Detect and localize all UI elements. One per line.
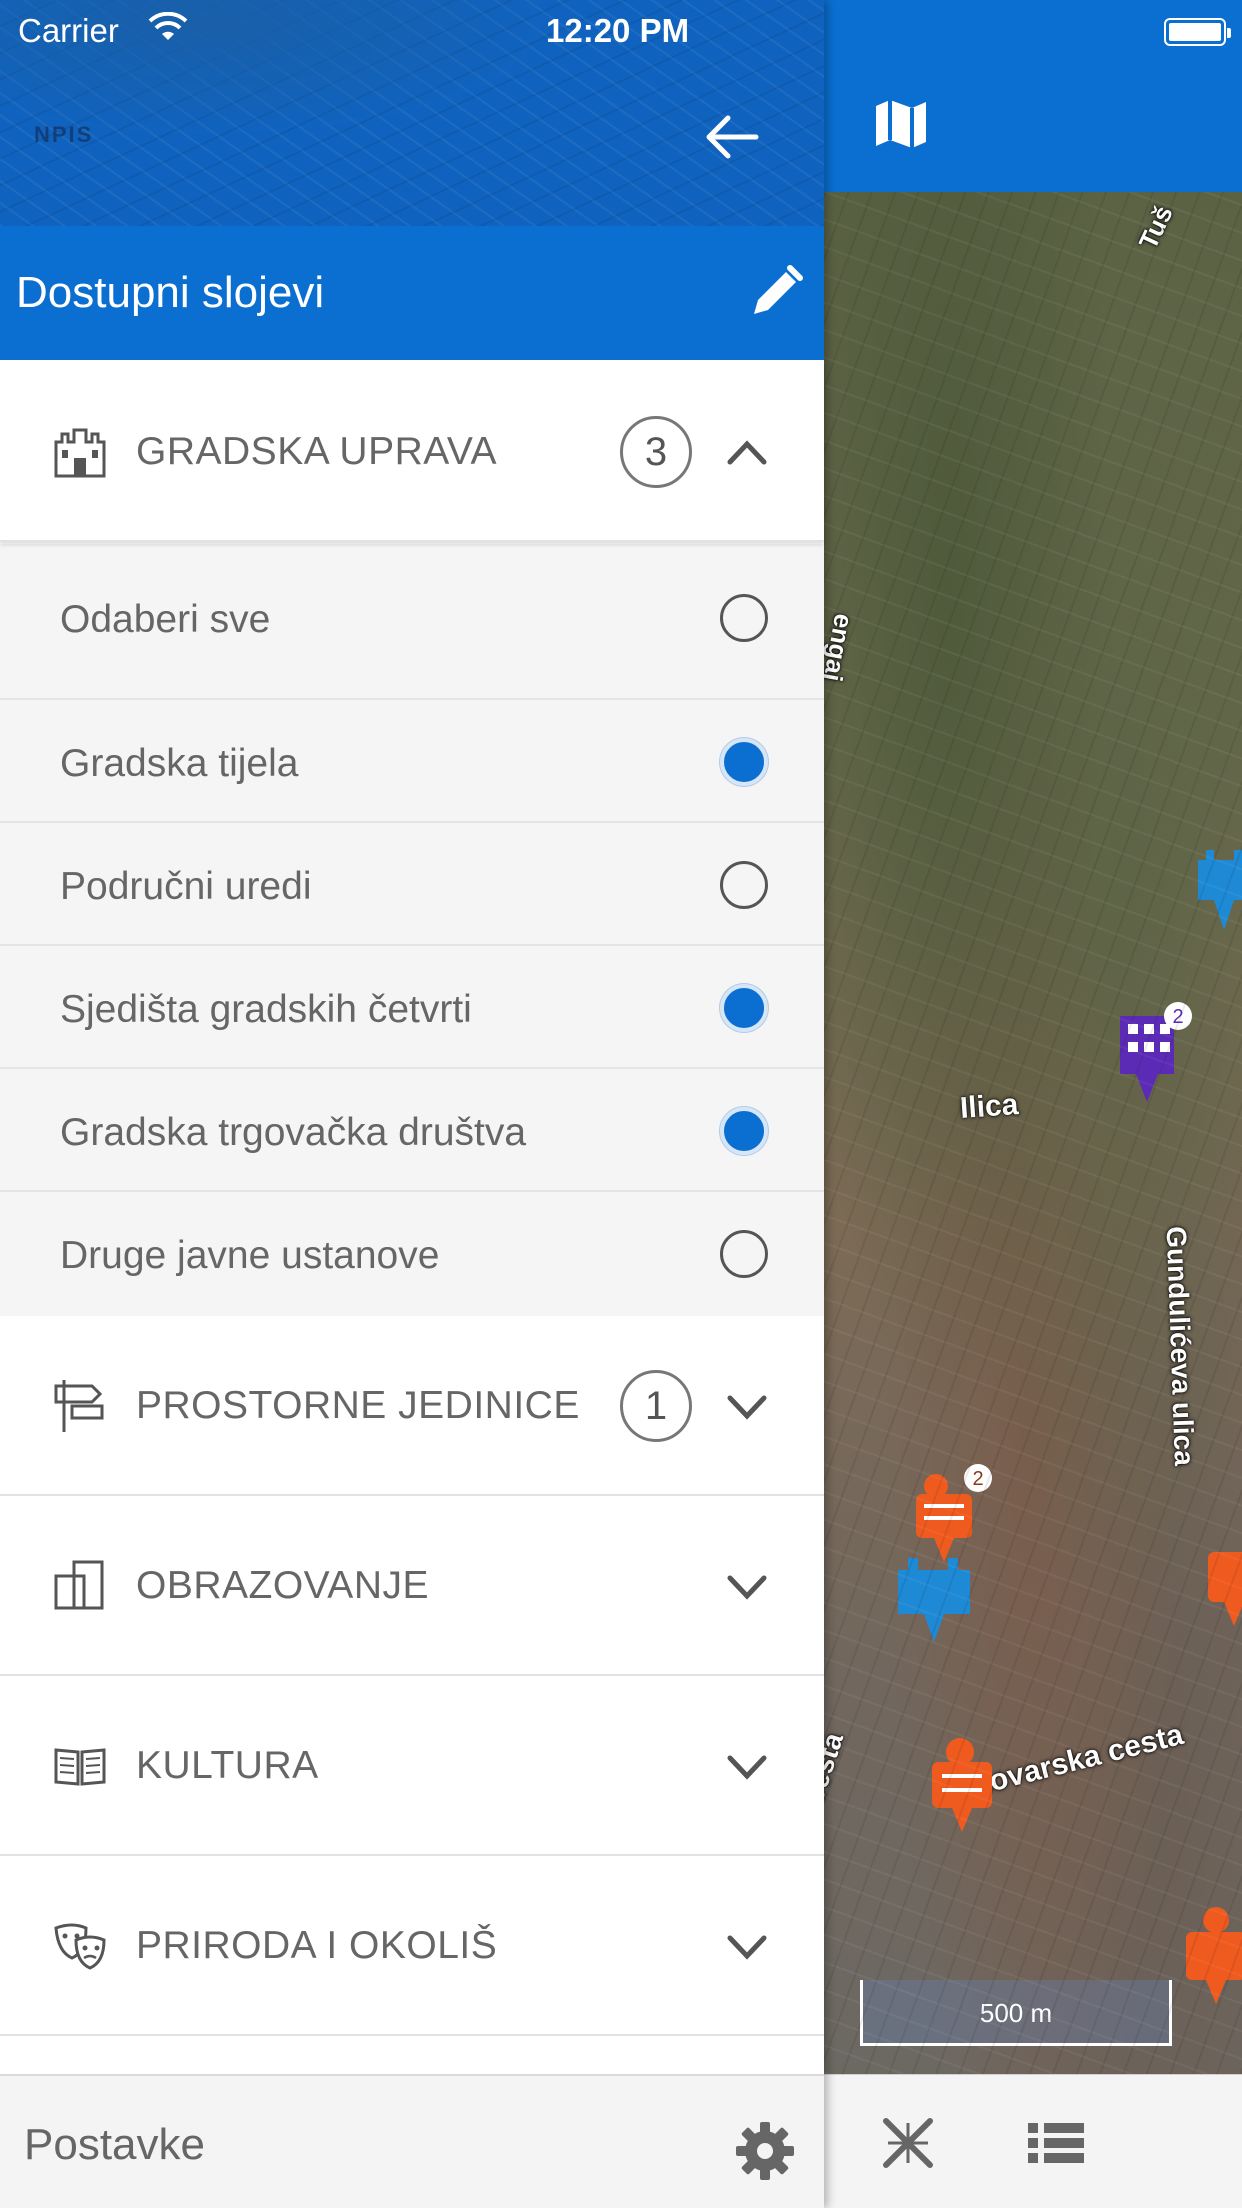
- sublayer-radio[interactable]: [720, 1230, 768, 1278]
- section-priroda-i-okolis[interactable]: PRIRODA I OKOLIŠ: [0, 1856, 824, 2036]
- castle-icon: [54, 428, 106, 478]
- status-bar: Carrier 12:20 PM: [0, 0, 1242, 60]
- section-label: PRIRODA I OKOLIŠ: [136, 1924, 498, 1967]
- sublayer-list: Odaberi sve Gradska tijela Područni ured…: [0, 544, 824, 1316]
- tools-crossed-icon[interactable]: [878, 2115, 938, 2171]
- section-gradska-uprava[interactable]: GRADSKA UPRAVA 3: [0, 362, 824, 542]
- list-icon[interactable]: [1026, 2115, 1086, 2171]
- drawer-title: Dostupni slojevi: [16, 268, 325, 317]
- section-label: PROSTORNE JEDINICE: [136, 1384, 580, 1427]
- sublayer-item[interactable]: Gradska trgovačka društva: [0, 1069, 824, 1192]
- satellite-map[interactable]: Tuš Ilica Gundulićeva ulica Vukovarska c…: [824, 192, 1242, 2074]
- sublayer-label: Druge javne ustanove: [60, 1234, 440, 1277]
- marker-badge-restaurant: 2: [972, 1468, 983, 1490]
- chevron-down-icon[interactable]: [724, 1926, 770, 1966]
- marker-badge-company: 2: [1172, 1006, 1183, 1028]
- sublayer-item[interactable]: Druge javne ustanove: [0, 1192, 824, 1315]
- settings-label: Postavke: [24, 2120, 205, 2169]
- squares-icon: [54, 1560, 104, 1610]
- map-icon[interactable]: [872, 96, 930, 152]
- pencil-icon[interactable]: [748, 264, 804, 320]
- restaurant-marker-4[interactable]: [1176, 1902, 1242, 2022]
- map-pane[interactable]: Tuš Ilica Gundulićeva ulica Vukovarska c…: [824, 0, 1242, 2208]
- status-time: 12:20 PM: [546, 12, 690, 49]
- section-kultura[interactable]: KULTURA: [0, 1676, 824, 1856]
- carrier-label: Carrier: [18, 12, 119, 49]
- gear-icon[interactable]: [734, 2120, 796, 2182]
- sublayer-radio[interactable]: [720, 861, 768, 909]
- restaurant-marker-2[interactable]: [1204, 1528, 1242, 1638]
- section-label: GRADSKA UPRAVA: [136, 430, 497, 473]
- chevron-down-icon[interactable]: [724, 1386, 770, 1426]
- back-arrow-icon[interactable]: [704, 112, 760, 162]
- map-bottom-toolbar: [824, 2074, 1242, 2208]
- sublayer-radio[interactable]: [720, 984, 768, 1032]
- street-label-cesta: cesta: [824, 1728, 850, 1807]
- sublayer-label: Gradska trgovačka društva: [60, 1111, 527, 1154]
- section-label: KULTURA: [136, 1744, 319, 1787]
- book-icon: [54, 1748, 106, 1786]
- header-watermark: NPIS: [34, 122, 94, 147]
- restaurant-marker[interactable]: 2: [906, 1464, 996, 1584]
- company-building-marker[interactable]: 2: [1106, 1002, 1196, 1122]
- theater-masks-icon: [54, 1923, 106, 1970]
- section-count-badge: 3: [620, 416, 692, 488]
- sublayer-radio[interactable]: [720, 738, 768, 786]
- castle-marker-2[interactable]: [894, 1550, 974, 1650]
- sublayer-label: Odaberi sve: [60, 598, 271, 641]
- section-count-badge: 1: [620, 1370, 692, 1442]
- street-label-tus: Tuš: [1132, 200, 1179, 254]
- chevron-down-icon[interactable]: [724, 1566, 770, 1606]
- sublayer-item[interactable]: Sjedišta gradskih četvrti: [0, 946, 824, 1069]
- sublayer-item[interactable]: Odaberi sve: [0, 544, 824, 700]
- street-label-gunduliceva: Gundulićeva ulica: [1160, 1225, 1200, 1467]
- sublayer-item[interactable]: Gradska tijela: [0, 700, 824, 823]
- restaurant-marker-3[interactable]: [920, 1732, 1010, 1852]
- sublayer-item[interactable]: Područni uredi: [0, 823, 824, 946]
- map-scale-bar: 500 m: [860, 1980, 1172, 2046]
- section-obrazovanje[interactable]: OBRAZOVANJE: [0, 1496, 824, 1676]
- street-label-ilica: Ilica: [958, 1088, 1020, 1125]
- drawer-footer[interactable]: Postavke: [0, 2074, 824, 2208]
- sublayer-radio[interactable]: [720, 1107, 768, 1155]
- signpost-icon: [54, 1380, 104, 1432]
- drawer-title-bar: Dostupni slojevi: [0, 226, 824, 360]
- sublayer-label: Sjedišta gradskih četvrti: [60, 988, 472, 1031]
- sublayer-label: Gradska tijela: [60, 742, 299, 785]
- section-prostorne-jedinice[interactable]: PROSTORNE JEDINICE 1: [0, 1316, 824, 1496]
- sublayer-radio[interactable]: [720, 594, 768, 642]
- castle-marker[interactable]: [1194, 840, 1242, 940]
- layers-drawer: NPIS Dostupni slojevi GRADSKA UPRAVA 3 O…: [0, 0, 824, 2208]
- sublayer-label: Područni uredi: [60, 865, 312, 908]
- wifi-icon: [148, 12, 188, 40]
- street-label-engaj: engaj: [824, 611, 860, 684]
- chevron-down-icon[interactable]: [724, 1746, 770, 1786]
- section-label: OBRAZOVANJE: [136, 1564, 429, 1607]
- chevron-up-icon[interactable]: [724, 432, 770, 472]
- street-label-vukovarska: Vukovarska cesta: [933, 1717, 1187, 1812]
